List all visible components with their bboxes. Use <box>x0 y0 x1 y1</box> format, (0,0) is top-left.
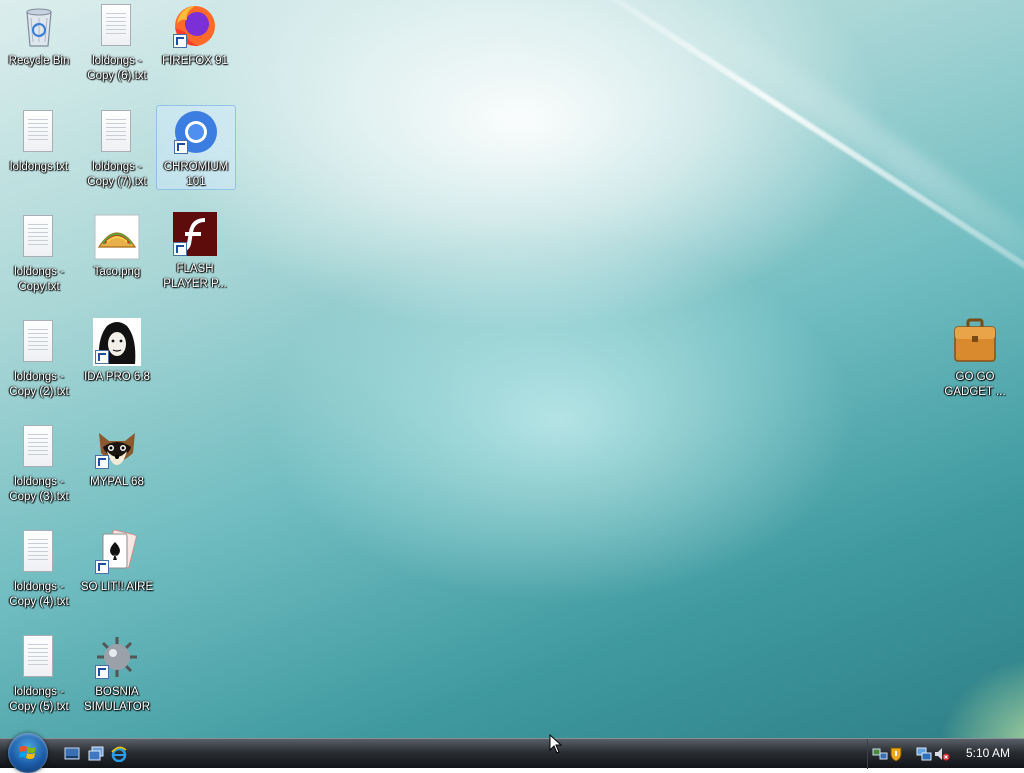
desktop-icon-label: loldongs - Copy.txt <box>14 266 64 293</box>
desktop-icon-loldongs-copy-5-txt[interactable]: loldongs - Copy (5).txt <box>0 633 78 715</box>
desktop-icon-label: BOSNIA SIMULATOR <box>83 686 151 713</box>
mypal-icon <box>93 423 141 471</box>
desktop-icon-bosnia-simulator[interactable]: BOSNIA SIMULATOR <box>78 633 156 715</box>
ida-pro-icon <box>93 318 141 366</box>
desktop-icon-loldongs-copy-4-txt[interactable]: loldongs - Copy (4).txt <box>0 528 78 610</box>
desktop-icon-label: SO LIT!! AIRE <box>80 581 154 593</box>
shortcut-arrow-icon <box>174 140 188 154</box>
desktop-icon-loldongs-copy-txt[interactable]: loldongs - Copy.txt <box>0 213 78 295</box>
desktop-icon-flash-player[interactable]: FLASH PLAYER P... <box>156 210 234 292</box>
desktop-icon-label: loldongs.txt <box>9 161 69 173</box>
desktop-icon-label: loldongs - Copy (6).txt <box>87 55 147 82</box>
desktop-icon-label: loldongs - Copy (5).txt <box>9 686 69 713</box>
network-connection-icon[interactable] <box>916 746 932 762</box>
desktop-icon-loldongs-copy-7-txt[interactable]: loldongs - Copy (7).txt <box>78 108 156 190</box>
shortcut-arrow-icon <box>95 560 109 574</box>
shortcut-arrow-icon <box>173 34 187 48</box>
desktop-icon-label: IDA PRO 6.8 <box>84 371 150 383</box>
flash-player-icon <box>171 210 219 258</box>
desktop-icon-label: loldongs - Copy (2).txt <box>9 371 69 398</box>
solitaire-icon <box>93 528 141 576</box>
volume-muted-icon[interactable] <box>934 746 950 762</box>
desktop-icon-recycle-bin[interactable]: Recycle Bin <box>0 2 78 69</box>
desktop-icon-solitaire[interactable]: SO LIT!! AIRE <box>78 528 156 595</box>
clock[interactable]: 5:10 AM <box>966 746 1010 760</box>
text-file-icon <box>15 423 63 471</box>
desktop-icon-loldongs-copy-6-txt[interactable]: loldongs - Copy (6).txt <box>78 2 156 84</box>
recycle-bin-icon <box>15 2 63 50</box>
system-tray: 5:10 AM <box>867 739 1024 769</box>
desktop-icon-ida-pro[interactable]: IDA PRO 6.8 <box>78 318 156 385</box>
desktop-icon-label: MYPAL 68 <box>90 476 144 488</box>
desktop-icon-taco-png[interactable]: Taco.png <box>78 213 156 280</box>
desktop-icon-firefox[interactable]: FIREFOX 91 <box>156 2 234 69</box>
switch-windows-icon[interactable] <box>88 746 104 762</box>
desktop-icon-go-go-gadget[interactable]: GO GO GADGET ... <box>936 318 1014 400</box>
text-file-icon <box>15 633 63 681</box>
briefcase-icon <box>951 318 999 366</box>
text-file-icon <box>15 528 63 576</box>
desktop-icon-label: Recycle Bin <box>8 55 70 67</box>
shortcut-arrow-icon <box>95 350 109 364</box>
desktop-icon-label: loldongs - Copy (3).txt <box>9 476 69 503</box>
text-file-icon <box>93 108 141 156</box>
internet-explorer-icon[interactable] <box>111 746 127 763</box>
wallpaper-light-streak <box>682 0 1024 323</box>
desktop[interactable]: Recycle Bin loldongs.txt loldongs - Copy… <box>0 0 1024 738</box>
desktop-icon-loldongs-txt[interactable]: loldongs.txt <box>0 108 78 175</box>
wallpaper-light-streak <box>556 0 1024 314</box>
desktop-icon-label: GO GO GADGET ... <box>944 371 1006 398</box>
desktop-icon-label: FLASH PLAYER P... <box>163 263 227 290</box>
network-icon[interactable] <box>872 746 888 762</box>
shortcut-arrow-icon <box>173 242 187 256</box>
firefox-icon <box>171 2 219 50</box>
desktop-icon-label: CHROMIUM 101 <box>163 161 229 188</box>
desktop-icon-loldongs-copy-3-txt[interactable]: loldongs - Copy (3).txt <box>0 423 78 505</box>
shortcut-arrow-icon <box>95 455 109 469</box>
desktop-icon-label: FIREFOX 91 <box>162 55 228 67</box>
desktop-icon-chromium[interactable]: CHROMIUM 101 <box>156 105 236 190</box>
text-file-icon <box>15 108 63 156</box>
desktop-icon-label: loldongs - Copy (4).txt <box>9 581 69 608</box>
text-file-icon <box>15 318 63 366</box>
minesweeper-icon <box>93 633 141 681</box>
taskbar[interactable]: 5:10 AM <box>0 733 1024 773</box>
taco-image-icon <box>93 213 141 261</box>
chromium-icon <box>172 108 220 156</box>
desktop-icon-label: loldongs - Copy (7).txt <box>87 161 147 188</box>
mouse-cursor-icon <box>549 734 563 754</box>
text-file-icon <box>93 2 141 50</box>
desktop-icon-label: Taco.png <box>93 266 141 278</box>
text-file-icon <box>15 213 63 261</box>
desktop-icon-mypal[interactable]: MYPAL 68 <box>78 423 156 490</box>
show-desktop-icon[interactable] <box>64 746 80 762</box>
security-shield-icon[interactable] <box>888 746 904 762</box>
shortcut-arrow-icon <box>95 665 109 679</box>
wallpaper-glow <box>920 640 1024 738</box>
desktop-icon-loldongs-copy-2-txt[interactable]: loldongs - Copy (2).txt <box>0 318 78 400</box>
start-button[interactable] <box>8 733 48 773</box>
windows-logo-icon <box>19 746 36 759</box>
